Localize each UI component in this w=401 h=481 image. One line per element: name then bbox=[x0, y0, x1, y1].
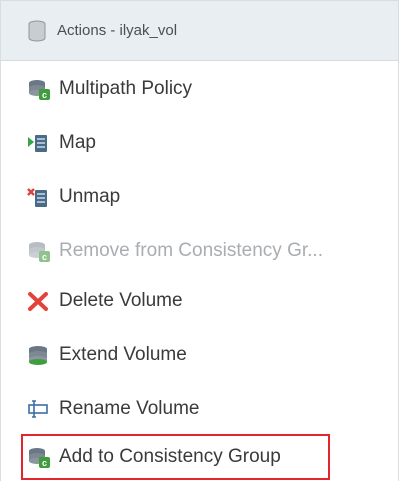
rename-icon bbox=[27, 398, 49, 420]
menu-item-label: Extend Volume bbox=[59, 344, 187, 365]
menu-item-map[interactable]: Map bbox=[1, 119, 398, 167]
unmap-volume-icon bbox=[27, 186, 49, 208]
highlight-box bbox=[21, 434, 330, 480]
menu-title: Actions - ilyak_vol bbox=[57, 22, 178, 39]
delete-x-icon bbox=[27, 290, 49, 312]
map-volume-icon bbox=[27, 132, 49, 154]
menu-item-rename-volume[interactable]: Rename Volume bbox=[1, 385, 398, 433]
menu-item-extend-volume[interactable]: Extend Volume bbox=[1, 331, 398, 379]
storage-policy-icon: c bbox=[27, 78, 50, 100]
menu-item-label: Rename Volume bbox=[59, 398, 200, 419]
menu-item-multipath-policy[interactable]: c Multipath Policy bbox=[1, 65, 398, 113]
menu-item-label: Map bbox=[59, 132, 96, 153]
menu-item-label: Multipath Policy bbox=[59, 78, 193, 99]
menu-item-remove-from-consistency-group: c Remove from Consistency Gr... bbox=[1, 227, 398, 275]
menu-item-delete-volume[interactable]: Delete Volume bbox=[1, 277, 398, 325]
storage-stack-icon bbox=[27, 20, 49, 42]
menu-header: Actions - ilyak_vol bbox=[1, 1, 398, 61]
consistency-group-remove-icon: c bbox=[27, 240, 50, 262]
menu-item-label: Remove from Consistency Gr... bbox=[59, 240, 323, 261]
actions-context-menu: Actions - ilyak_vol c Multipath Policy M… bbox=[0, 0, 399, 481]
menu-item-label: Delete Volume bbox=[59, 290, 183, 311]
svg-text:c: c bbox=[42, 90, 47, 100]
extend-storage-icon bbox=[27, 344, 49, 366]
menu-item-label: Unmap bbox=[59, 186, 121, 207]
menu-item-unmap[interactable]: Unmap bbox=[1, 173, 398, 221]
svg-text:c: c bbox=[42, 252, 47, 262]
